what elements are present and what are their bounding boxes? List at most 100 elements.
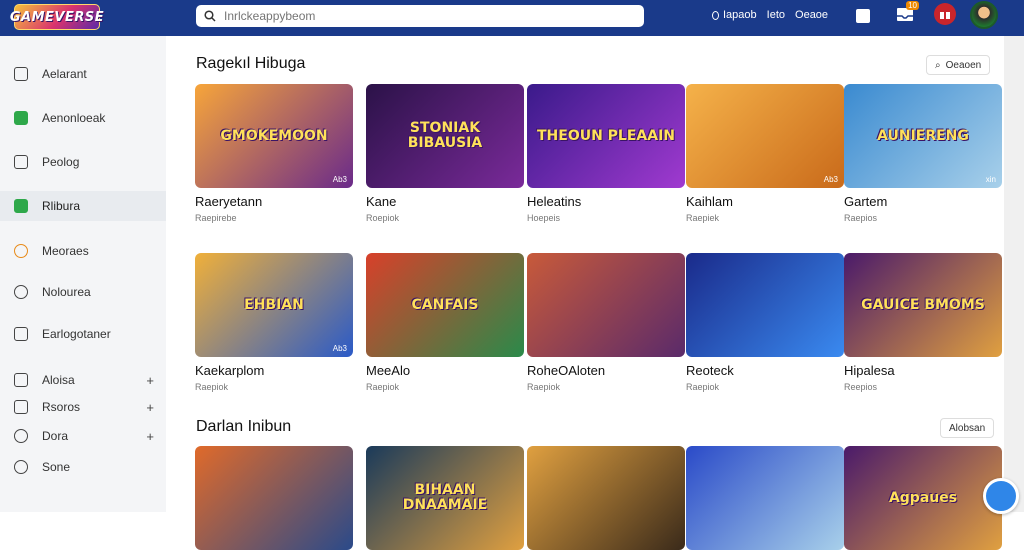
- game-subtitle: Reepios: [844, 382, 878, 392]
- game-card[interactable]: Ab3 Kaihlam Raepiek: [686, 84, 844, 223]
- expand-plus-icon[interactable]: +: [146, 373, 154, 388]
- chat-fab-button[interactable]: [983, 478, 1019, 514]
- rewards-button[interactable]: [934, 3, 956, 25]
- sidebar-item[interactable]: Meoraes: [0, 236, 166, 266]
- app-logo[interactable]: GAMEVERSE: [10, 4, 104, 30]
- search-icon: ⌕: [935, 59, 941, 71]
- game-card[interactable]: RoheOAloten Raepiok: [527, 253, 685, 392]
- expand-plus-icon[interactable]: +: [146, 400, 154, 415]
- sidebar-item[interactable]: Sone: [0, 452, 166, 482]
- game-title[interactable]: MeeAlo: [366, 363, 524, 378]
- box-icon: [14, 400, 28, 414]
- game-card[interactable]: AUNIERENG xin Gartem Raepios: [844, 84, 1002, 223]
- scrollbar[interactable]: [1004, 36, 1024, 512]
- lock-icon: [14, 327, 28, 341]
- sidebar-item[interactable]: Earlogotaner: [0, 319, 166, 349]
- game-subtitle: Raepiok: [686, 382, 720, 392]
- game-title[interactable]: Heleatins: [527, 194, 685, 209]
- game-card[interactable]: Reoteck Raepiok: [686, 253, 844, 392]
- game-tag: Ab3: [823, 175, 838, 184]
- search-bar[interactable]: [196, 5, 644, 27]
- sidebar-item[interactable]: Rlibura: [0, 191, 166, 221]
- clock-icon: [14, 285, 28, 299]
- game-thumbnail[interactable]: AUNIERENG xin: [844, 84, 1002, 188]
- game-card[interactable]: STONIAK BIBAUSIA Kane Roepiok: [366, 84, 524, 223]
- game-subtitle: Raepiok: [195, 382, 229, 392]
- game-title[interactable]: Gartem: [844, 194, 1002, 209]
- notifications-button[interactable]: 10: [895, 1, 919, 24]
- game-card[interactable]: THEOUN PLEAAIN Heleatins Hoepeis: [527, 84, 685, 223]
- see-all-button[interactable]: Alobsan: [940, 418, 995, 438]
- sidebar-item[interactable]: Rsoros +: [0, 392, 166, 422]
- sidebar-item[interactable]: Aloisa +: [0, 365, 166, 395]
- game-thumbnail[interactable]: EHBIAN Ab3: [195, 253, 353, 357]
- game-card[interactable]: BIHAAN DNAAMAIE: [366, 446, 524, 550]
- game-title[interactable]: Kaihlam: [686, 194, 844, 209]
- top-nav-item[interactable]: Iapaob: [712, 9, 757, 21]
- game-thumbnail[interactable]: STONIAK BIBAUSIA: [366, 84, 524, 188]
- game-thumbnail[interactable]: THEOUN PLEAAIN: [527, 84, 685, 188]
- game-card[interactable]: Agpaues: [844, 446, 1002, 550]
- game-card[interactable]: [527, 446, 685, 550]
- game-thumbnail[interactable]: [686, 253, 844, 357]
- game-subtitle: Raepios: [844, 213, 878, 223]
- game-title[interactable]: Hipalesa: [844, 363, 1002, 378]
- gear-icon: [14, 460, 28, 474]
- top-nav: Iapaob Ieto Oeaoe: [712, 9, 828, 21]
- game-title[interactable]: RoheOAloten: [527, 363, 685, 378]
- coin-icon: [14, 244, 28, 258]
- game-card[interactable]: GMOKEMOON Ab3 Raeryetann Raepirebe: [195, 84, 353, 223]
- game-banner-text: EHBIAN: [244, 296, 304, 313]
- user-avatar[interactable]: [970, 1, 998, 29]
- chat-icon: [14, 111, 28, 125]
- game-banner-text: AUNIERENG: [877, 127, 969, 144]
- game-thumbnail[interactable]: GAUICE BMOMS: [844, 253, 1002, 357]
- game-banner-text: THEOUN PLEAAIN: [536, 127, 676, 144]
- sidebar-item[interactable]: Nolourea: [0, 277, 166, 307]
- top-nav-item[interactable]: Oeaoe: [795, 9, 828, 21]
- sidebar-item[interactable]: Aelarant: [0, 59, 166, 89]
- top-nav-item[interactable]: Ieto: [767, 9, 785, 21]
- expand-icon: [856, 9, 870, 23]
- gift-icon: [940, 12, 950, 19]
- check-icon: [14, 199, 28, 213]
- game-thumbnail[interactable]: [686, 446, 844, 550]
- game-tag: Ab3: [332, 344, 347, 353]
- game-card[interactable]: CANFAIS MeeAlo Raepiok: [366, 253, 524, 392]
- game-card[interactable]: [195, 446, 353, 550]
- game-thumbnail[interactable]: CANFAIS: [366, 253, 524, 357]
- sidebar-item[interactable]: Aenonloeak: [0, 103, 166, 133]
- game-subtitle: Raepiek: [686, 213, 720, 223]
- box-icon: [14, 155, 28, 169]
- sidebar-item-label: Sone: [42, 460, 71, 474]
- game-thumbnail[interactable]: Ab3: [686, 84, 844, 188]
- game-card[interactable]: GAUICE BMOMS Hipalesa Reepios: [844, 253, 1002, 392]
- game-thumbnail[interactable]: Agpaues: [844, 446, 1002, 550]
- game-card[interactable]: EHBIAN Ab3 Kaekarplom Raepiok: [195, 253, 353, 392]
- sidebar-item-label: Aelarant: [42, 67, 87, 81]
- game-title[interactable]: Reoteck: [686, 363, 844, 378]
- game-title[interactable]: Raeryetann: [195, 194, 353, 209]
- game-thumbnail[interactable]: BIHAAN DNAAMAIE: [366, 446, 524, 550]
- game-card[interactable]: [686, 446, 844, 550]
- see-all-label: Oeaoen: [945, 59, 982, 71]
- game-thumbnail[interactable]: [527, 253, 685, 357]
- game-title[interactable]: Kane: [366, 194, 524, 209]
- search-input[interactable]: [224, 9, 624, 23]
- game-banner-text: GMOKEMOON: [220, 127, 328, 144]
- game-banner-text: STONIAK BIBAUSIA: [407, 120, 483, 151]
- expand-plus-icon[interactable]: +: [146, 429, 154, 444]
- sidebar: Aelarant Aenonloeak Peolog Rlibura Meoraes No…: [0, 36, 166, 512]
- game-thumbnail[interactable]: GMOKEMOON Ab3: [195, 84, 353, 188]
- game-banner-text: Agpaues: [888, 489, 958, 506]
- game-thumbnail[interactable]: [527, 446, 685, 550]
- game-thumbnail[interactable]: [195, 446, 353, 550]
- sidebar-item[interactable]: Peolog: [0, 147, 166, 177]
- see-all-button[interactable]: ⌕ Oeaoen: [926, 55, 991, 75]
- sidebar-item[interactable]: Dora +: [0, 421, 166, 451]
- expand-button[interactable]: [856, 4, 882, 30]
- sidebar-item-label: Peolog: [42, 155, 80, 169]
- sidebar-item-label: Rsoros: [42, 400, 81, 414]
- game-title[interactable]: Kaekarplom: [195, 363, 353, 378]
- pin-icon: [712, 10, 719, 20]
